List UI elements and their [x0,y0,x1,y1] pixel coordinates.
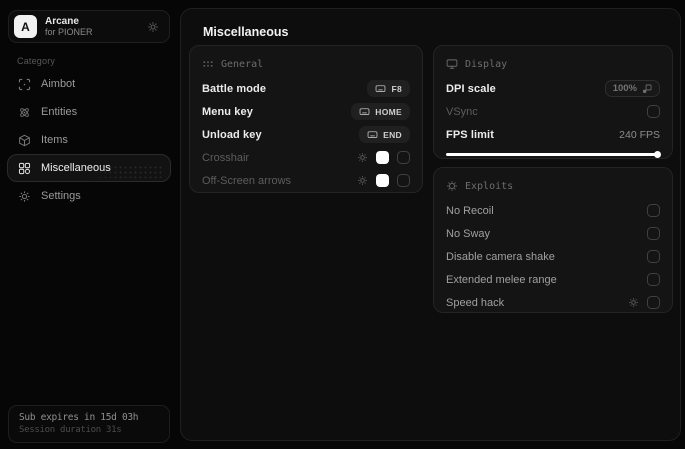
exploits-card: Exploits No Recoil No Sway Disable camer… [433,167,673,313]
setting-label: Extended melee range [446,273,557,286]
keybind-value: F8 [391,83,402,94]
grid-icon [18,162,31,175]
grid-dots-icon [202,58,214,70]
keybind-value: HOME [375,106,402,117]
setting-row-fps-limit: FPS limit 240 FPS [446,123,660,146]
keyboard-icon [375,83,386,94]
gear-icon [18,190,31,203]
monitor-icon [446,58,458,70]
app-subtitle: for PIONER [45,27,93,38]
app-window: A Arcane for PIONER Category Aimbot Enti… [0,0,685,449]
sidebar-item-label: Settings [41,190,81,202]
setting-label: Battle mode [202,82,267,95]
app-logo: A [14,15,37,38]
setting-label: DPI scale [446,82,496,95]
sidebar-item-aimbot[interactable]: Aimbot [7,70,171,98]
fps-limit-value: 240 FPS [619,128,660,141]
keyboard-icon [367,129,378,140]
checkbox[interactable] [647,273,660,286]
sidebar-item-label: Items [41,134,68,146]
setting-label: FPS limit [446,128,494,141]
sidebar: A Arcane for PIONER Category Aimbot Enti… [0,0,178,449]
checkbox[interactable] [397,174,410,187]
keybind-chip[interactable]: END [359,126,410,143]
sidebar-nav: Aimbot Entities Items Miscellaneous Sett… [7,70,171,210]
gear-icon[interactable] [357,175,368,186]
setting-label: No Recoil [446,204,494,217]
setting-row-no-recoil: No Recoil [446,199,660,222]
card-header-label: Display [465,58,508,70]
setting-row-disable-camera-shake: Disable camera shake [446,245,660,268]
checkbox[interactable] [647,105,660,118]
keybind-value: END [383,129,402,140]
dots-texture [88,165,162,178]
page-title: Miscellaneous [203,25,289,39]
slider-fill [446,151,661,158]
setting-label: Crosshair [202,151,250,164]
setting-row-speed-hack: Speed hack [446,291,660,314]
general-card: General Battle mode F8 Menu key HOME Unl… [189,45,423,193]
setting-label: VSync [446,105,478,118]
card-header-label: Exploits [465,180,514,192]
sidebar-item-settings[interactable]: Settings [7,182,171,210]
gear-icon[interactable] [357,152,368,163]
setting-row-menu-key: Menu key HOME [202,100,410,123]
card-header-label: General [221,58,264,70]
setting-label: Off-Screen arrows [202,174,292,187]
setting-label: Disable camera shake [446,250,555,263]
setting-row-no-sway: No Sway [446,222,660,245]
slider-knob[interactable] [654,151,661,158]
fps-slider[interactable] [446,151,661,158]
setting-row-dpi-scale: DPI scale 100% [446,77,660,100]
sidebar-item-miscellaneous[interactable]: Miscellaneous [7,154,171,182]
crosshair-scan-icon [18,78,31,91]
gear-icon[interactable] [628,297,639,308]
main-panel: Miscellaneous General Battle mode F8 Men… [180,8,681,441]
virus-exploit-icon [446,180,458,192]
category-label: Category [17,56,56,66]
sub-expiry-text: Sub expires in 15d 03h [19,412,139,423]
setting-row-crosshair: Crosshair [202,146,410,169]
checkbox[interactable] [647,250,660,263]
checkbox[interactable] [647,296,660,309]
sidebar-item-entities[interactable]: Entities [7,98,171,126]
dpi-scale-value: 100% [612,83,637,94]
setting-label: Unload key [202,128,262,141]
checkbox[interactable] [397,151,410,164]
keybind-chip[interactable]: F8 [367,80,410,97]
dpi-scale-select[interactable]: 100% [604,80,660,97]
setting-row-extended-melee-range: Extended melee range [446,268,660,291]
setting-row-vsync: VSync [446,100,660,123]
keybind-chip[interactable]: HOME [351,103,410,120]
sidebar-item-label: Entities [41,106,78,118]
setting-label: Menu key [202,105,253,118]
app-title: Arcane [45,15,79,27]
color-swatch[interactable] [376,151,389,164]
setting-row-unload-key: Unload key END [202,123,410,146]
package-icon [18,134,31,147]
color-swatch[interactable] [376,174,389,187]
app-header-card: A Arcane for PIONER [8,10,170,43]
subscription-info-card: Sub expires in 15d 03h Session duration … [8,405,170,443]
atom-icon [18,106,31,119]
sidebar-item-items[interactable]: Items [7,126,171,154]
sidebar-item-label: Aimbot [41,78,76,90]
setting-row-battle-mode: Battle mode F8 [202,77,410,100]
checkbox[interactable] [647,227,660,240]
header-gear-icon[interactable] [147,21,159,33]
scale-resize-icon [642,84,652,94]
display-card: Display DPI scale 100% VSync FPS limit 2… [433,45,673,159]
setting-row-offscreen-arrows: Off-Screen arrows [202,169,410,192]
setting-label: No Sway [446,227,491,240]
keyboard-icon [359,106,370,117]
checkbox[interactable] [647,204,660,217]
setting-label: Speed hack [446,296,505,309]
session-duration-text: Session duration 31s [19,425,122,435]
